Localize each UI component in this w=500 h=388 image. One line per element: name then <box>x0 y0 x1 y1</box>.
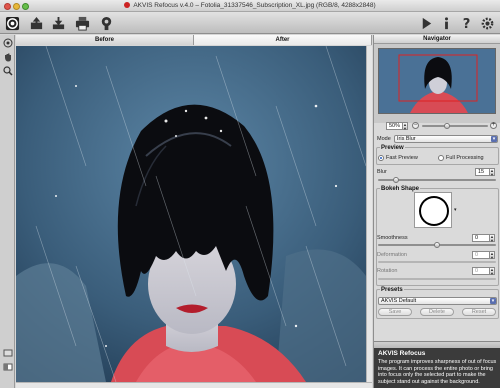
preview-title: Preview <box>380 145 405 151</box>
save-preset-button[interactable]: Save <box>378 308 412 316</box>
blur-value[interactable]: 15 <box>475 168 490 176</box>
deformation-value[interactable]: 0 <box>472 251 490 259</box>
info-icon[interactable] <box>438 15 454 31</box>
tab-before[interactable]: Before <box>16 35 194 45</box>
mode-label: Mode <box>377 136 391 142</box>
focus-tool-icon[interactable] <box>2 37 13 48</box>
hand-tool-icon[interactable] <box>2 51 13 62</box>
app-icon <box>124 2 131 8</box>
zoom-out-button[interactable]: − <box>412 122 419 129</box>
presets-title: Presets <box>380 287 404 293</box>
deformation-label: Deformation <box>377 252 407 258</box>
delete-preset-button[interactable]: Delete <box>420 308 454 316</box>
horizontal-scrollbar[interactable] <box>16 382 372 388</box>
smoothness-label: Smoothness <box>377 235 408 241</box>
full-processing-label: Full Processing <box>446 155 484 161</box>
background-color-icon[interactable] <box>2 347 13 358</box>
rotation-value[interactable]: 0 <box>472 267 490 275</box>
share-icon[interactable] <box>98 15 114 31</box>
zoom-in-button[interactable]: + <box>490 122 497 129</box>
toolbar: ? <box>0 12 500 34</box>
rotation-slider[interactable] <box>378 278 496 280</box>
help-title: AKVIS Refocus <box>378 350 426 357</box>
blur-stepper[interactable]: ▲ ▼ <box>490 168 495 176</box>
settings-gear-icon[interactable] <box>479 15 495 31</box>
smoothness-stepper[interactable]: ▲ ▼ <box>490 234 495 242</box>
fast-preview-radio[interactable] <box>378 155 384 161</box>
zoom-value[interactable]: 50% <box>386 122 403 130</box>
zoom-slider[interactable] <box>422 125 488 127</box>
app-window: AKVIS Refocus v.4.0 – Fotolia_31337546_S… <box>0 0 500 388</box>
print-icon[interactable] <box>74 15 90 31</box>
deformation-slider[interactable] <box>378 261 496 263</box>
help-panel: AKVIS Refocus The program improves sharp… <box>374 348 500 388</box>
navigator-thumbnail[interactable] <box>378 48 496 114</box>
view-tabs: Before After <box>16 35 372 45</box>
zoom-stepper[interactable]: ▲ ▼ <box>403 122 408 130</box>
settings-panel: Navigator 50% ▲ ▼ − + Mode Iris Blur ▾ P… <box>373 35 500 388</box>
reset-preset-button[interactable]: Reset <box>462 308 496 316</box>
tab-after[interactable]: After <box>194 35 372 45</box>
rotation-label: Rotation <box>377 268 398 274</box>
blur-label: Blur <box>377 169 387 175</box>
compare-view-icon[interactable] <box>2 361 13 372</box>
help-panel-splitter[interactable] <box>374 341 500 348</box>
mode-select[interactable]: Iris Blur ▾ <box>394 135 498 143</box>
photo-woman-in-rain <box>16 46 366 382</box>
fast-preview-label: Fast Preview <box>386 155 418 161</box>
smoothness-value[interactable]: 0 <box>472 234 490 242</box>
tools-sidebar <box>0 35 15 388</box>
image-canvas[interactable] <box>16 46 366 382</box>
mode-value: Iris Blur <box>397 136 416 142</box>
window-title-text: AKVIS Refocus v.4.0 – Fotolia_31337546_S… <box>133 2 376 9</box>
zoom-tool-icon[interactable] <box>2 65 13 76</box>
help-text: The program improves sharpness of out of… <box>378 359 497 385</box>
deformation-stepper[interactable]: ▲ ▼ <box>490 251 495 259</box>
title-bar: AKVIS Refocus v.4.0 – Fotolia_31337546_S… <box>0 0 500 12</box>
help-icon[interactable]: ? <box>458 15 474 31</box>
open-file-icon[interactable] <box>28 15 44 31</box>
blur-slider-knob[interactable] <box>392 177 399 183</box>
vertical-scrollbar[interactable] <box>366 46 372 382</box>
window-title: AKVIS Refocus v.4.0 – Fotolia_31337546_S… <box>0 2 500 9</box>
full-processing-radio[interactable] <box>438 155 444 161</box>
svg-text:?: ? <box>462 17 470 31</box>
navigator-title: Navigator <box>374 35 500 44</box>
bokeh-shape-preview[interactable] <box>414 192 452 228</box>
refocus-logo-icon[interactable] <box>4 15 20 31</box>
chevron-down-icon: ▾ <box>490 298 496 304</box>
run-icon[interactable] <box>418 15 434 31</box>
presets-select[interactable]: AKVIS Default ▾ <box>378 297 497 305</box>
rotation-stepper[interactable]: ▲ ▼ <box>490 267 495 275</box>
zoom-row: 50% ▲ ▼ − + <box>374 121 500 132</box>
chevron-down-icon: ▾ <box>491 136 497 142</box>
bokeh-circle-icon <box>419 196 449 226</box>
presets-value: AKVIS Default <box>381 298 417 304</box>
smoothness-slider-knob[interactable] <box>434 242 440 248</box>
zoom-slider-knob[interactable] <box>444 123 450 129</box>
navigator-box <box>374 44 500 123</box>
save-file-icon[interactable] <box>50 15 66 31</box>
bokeh-shape-dropdown-icon[interactable]: ▾ <box>454 207 457 213</box>
